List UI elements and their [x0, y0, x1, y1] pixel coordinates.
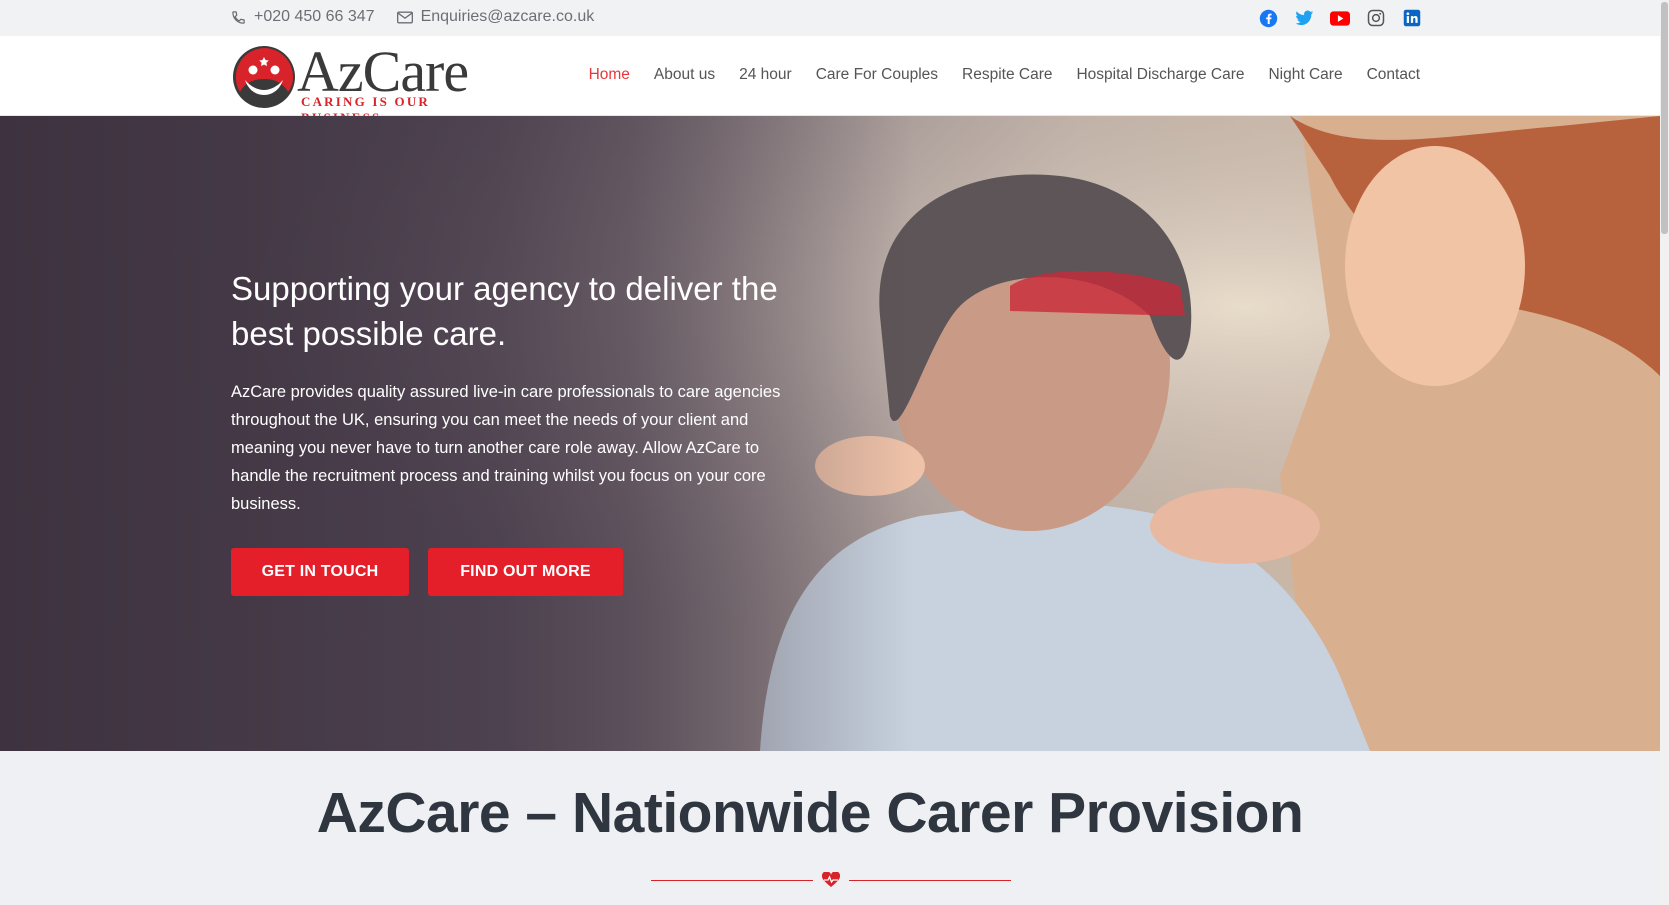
- twitter-icon[interactable]: [1294, 8, 1314, 28]
- instagram-icon[interactable]: [1366, 8, 1386, 28]
- email-link[interactable]: Enquiries@azcare.co.uk: [396, 8, 595, 26]
- nav-hospital-discharge-care[interactable]: Hospital Discharge Care: [1076, 66, 1244, 84]
- linkedin-icon[interactable]: [1402, 8, 1422, 28]
- divider-line-right: [849, 880, 1011, 881]
- nav-respite-care[interactable]: Respite Care: [962, 66, 1052, 84]
- email-address: Enquiries@azcare.co.uk: [420, 8, 595, 25]
- site-logo[interactable]: AzCare CARING IS OUR BUSINESS: [231, 39, 506, 125]
- section-title: AzCare – Nationwide Carer Provision: [316, 781, 1304, 845]
- hero-heading: Supporting your agency to deliver the be…: [231, 270, 778, 352]
- top-bar: +020 450 66 347 Enquiries@azcare.co.uk: [0, 0, 1669, 36]
- phone-number: +020 450 66 347: [254, 8, 375, 25]
- divider-line-left: [651, 880, 813, 881]
- page-scrollbar[interactable]: [1660, 0, 1669, 905]
- nav-night-care[interactable]: Night Care: [1268, 66, 1342, 84]
- nav-about-us[interactable]: About us: [654, 66, 715, 84]
- get-in-touch-button[interactable]: GET IN TOUCH: [231, 548, 409, 596]
- logo-wordmark: AzCare: [297, 39, 469, 104]
- heartbeat-icon: [821, 872, 841, 887]
- facebook-icon[interactable]: [1258, 8, 1278, 28]
- nav-contact[interactable]: Contact: [1367, 66, 1420, 84]
- hero-banner: Supporting your agency to deliver the be…: [0, 116, 1660, 751]
- youtube-icon[interactable]: [1330, 8, 1350, 28]
- hero-description: AzCare provides quality assured live-in …: [231, 383, 781, 513]
- nav-24-hour[interactable]: 24 hour: [739, 66, 792, 84]
- contact-info: +020 450 66 347 Enquiries@azcare.co.uk: [231, 8, 594, 26]
- social-links: [1258, 8, 1422, 28]
- nav-home[interactable]: Home: [589, 66, 630, 84]
- nav-care-for-couples[interactable]: Care For Couples: [816, 66, 938, 84]
- main-nav: Home About us 24 hour Care For Couples R…: [589, 66, 1420, 84]
- scrollbar-thumb[interactable]: [1661, 2, 1668, 234]
- phone-link[interactable]: +020 450 66 347: [231, 8, 375, 26]
- envelope-icon: [396, 11, 413, 23]
- section-divider: [651, 872, 1011, 887]
- phone-icon: [232, 10, 245, 24]
- find-out-more-button[interactable]: FIND OUT MORE: [428, 548, 623, 596]
- site-header: AzCare CARING IS OUR BUSINESS Home About…: [0, 36, 1669, 125]
- logo-emblem: [233, 46, 295, 108]
